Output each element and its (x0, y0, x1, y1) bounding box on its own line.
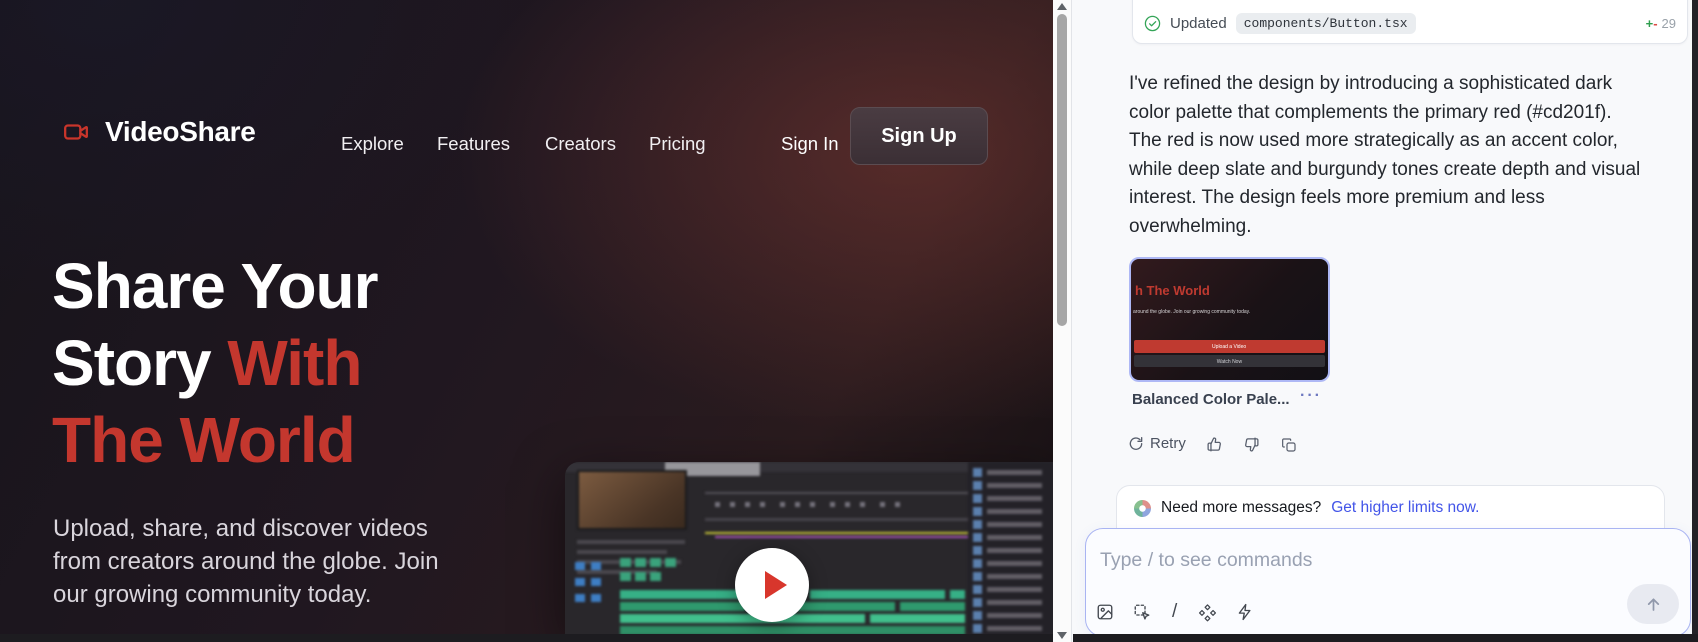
thumbs-up-button[interactable] (1206, 436, 1223, 453)
diff-del-count: - (1653, 16, 1657, 31)
scroll-up-arrow-icon[interactable] (1057, 3, 1067, 10)
mini-secondary-button: Watch Now (1134, 355, 1325, 367)
composer: / (1085, 528, 1691, 637)
scrollbar-thumb[interactable] (1057, 14, 1067, 326)
video-editor-screenshot (565, 462, 1053, 634)
app-window: VideoShare Explore Features Creators Pri… (0, 0, 1698, 642)
refresh-icon (1128, 436, 1144, 452)
mini-hero-heading: h The World (1135, 283, 1210, 298)
diff-add-count: + (1646, 16, 1654, 31)
window-edge-right (1692, 0, 1698, 642)
mini-primary-button: Upload a Video (1134, 340, 1325, 353)
hero-video-preview (565, 462, 1053, 634)
chat-panel: Updated components/Button.tsx + - 29 I'v… (1073, 0, 1692, 642)
video-camera-icon (57, 119, 95, 145)
play-icon (765, 571, 787, 599)
mini-hero-body: around the globe. Join our growing commu… (1133, 309, 1330, 315)
arrow-up-icon (1644, 595, 1663, 614)
limits-question: Need more messages? (1161, 499, 1321, 517)
select-element-icon[interactable] (1133, 603, 1151, 621)
nav-link-explore[interactable]: Explore (341, 133, 404, 155)
sign-up-button[interactable]: Sign Up (850, 107, 988, 165)
tool-update-card[interactable]: Updated components/Button.tsx + - 29 (1132, 0, 1688, 44)
nav-link-creators[interactable]: Creators (545, 133, 616, 155)
hero-title: Share Your Story With The World (52, 248, 378, 479)
brand-name: VideoShare (105, 116, 256, 148)
retry-button[interactable]: Retry (1128, 435, 1186, 452)
get-higher-limits-link[interactable]: Get higher limits now. (1331, 499, 1479, 517)
check-circle-icon (1144, 15, 1161, 32)
hero-title-line2: Story With (52, 325, 378, 402)
thumbs-down-button[interactable] (1243, 436, 1260, 453)
composer-input[interactable] (1100, 543, 1530, 577)
nav-link-features[interactable]: Features (437, 133, 510, 155)
copy-button[interactable] (1281, 437, 1297, 453)
window-edge-bottom-left (0, 634, 1053, 642)
blocks-icon[interactable] (1198, 603, 1217, 622)
play-button[interactable] (735, 548, 809, 622)
diff-line-count: 29 (1662, 16, 1676, 31)
tool-status-label: Updated (1170, 15, 1227, 32)
assistant-message: I've refined the design by introducing a… (1129, 70, 1698, 241)
usage-pie-icon (1134, 500, 1151, 517)
composer-toolbar: / (1096, 601, 1254, 623)
vertical-scrollbar[interactable] (1053, 0, 1072, 642)
slash-command-icon[interactable]: / (1170, 601, 1179, 623)
artifact-thumbnail[interactable]: h The World around the globe. Join our g… (1129, 257, 1330, 382)
send-button[interactable] (1627, 584, 1679, 624)
tool-file-chip: components/Button.tsx (1236, 13, 1416, 34)
artifact-menu-button[interactable]: ··· (1300, 387, 1322, 405)
site-preview-panel: VideoShare Explore Features Creators Pri… (0, 0, 1053, 642)
brand-logo[interactable]: VideoShare (57, 116, 256, 148)
diff-stats: + - 29 (1646, 16, 1676, 31)
lightning-icon[interactable] (1236, 603, 1254, 621)
attach-image-icon[interactable] (1096, 603, 1114, 621)
window-edge-bottom-right (1073, 634, 1698, 642)
hero-subtitle: Upload, share, and discover videos from … (53, 512, 439, 611)
nav-link-pricing[interactable]: Pricing (649, 133, 706, 155)
scroll-down-arrow-icon[interactable] (1057, 632, 1067, 639)
hero-title-line1: Share Your (52, 248, 378, 325)
artifact-caption[interactable]: Balanced Color Pale... (1132, 391, 1290, 408)
hero-title-line3: The World (52, 402, 378, 479)
retry-label: Retry (1150, 435, 1186, 452)
sign-in-link[interactable]: Sign In (781, 133, 839, 155)
